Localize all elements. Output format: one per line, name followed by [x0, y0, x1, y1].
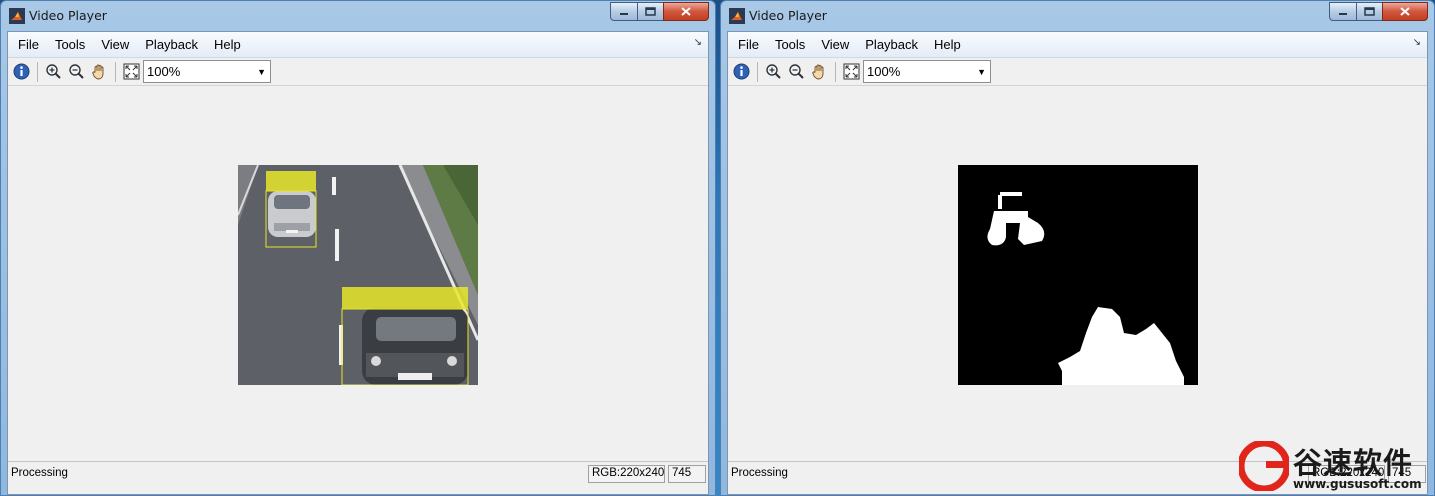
video-viewport[interactable] — [728, 87, 1427, 461]
zoom-out-button[interactable] — [785, 61, 807, 83]
matlab-icon — [729, 8, 745, 24]
maximize-icon — [1364, 7, 1375, 16]
close-button[interactable] — [1382, 2, 1428, 21]
fit-to-window-icon — [123, 63, 139, 80]
close-button[interactable] — [663, 2, 709, 21]
fit-to-window-icon — [843, 63, 859, 80]
title-bar[interactable]: Video Player — [721, 1, 1434, 31]
status-bar: Processing RGB:220x240 745 — [8, 461, 708, 494]
pan-button[interactable] — [88, 61, 110, 83]
zoom-level-select[interactable]: 100% ▼ — [143, 60, 271, 83]
close-icon — [681, 7, 691, 16]
minimize-button[interactable] — [1329, 2, 1356, 21]
zoom-out-icon — [788, 64, 804, 79]
matlab-icon — [9, 8, 25, 24]
pan-button[interactable] — [808, 61, 830, 83]
video-frame-foreground-mask — [958, 165, 1198, 385]
dropdown-arrow-icon: ▼ — [257, 66, 266, 77]
menu-playback[interactable]: Playback — [137, 32, 206, 58]
zoom-in-button[interactable] — [42, 61, 64, 83]
info-button[interactable] — [10, 61, 32, 83]
maximize-button[interactable] — [1356, 2, 1382, 21]
video-frame-tracking — [238, 165, 478, 385]
zoom-out-button[interactable] — [65, 61, 87, 83]
zoom-level-value: 100% — [867, 64, 901, 79]
menu-view[interactable]: View — [813, 32, 857, 58]
menu-playback[interactable]: Playback — [857, 32, 926, 58]
status-text: Processing — [731, 467, 788, 479]
status-text: Processing — [11, 467, 68, 479]
menu-overflow-icon[interactable]: ↘ — [694, 37, 702, 48]
menu-tools[interactable]: Tools — [767, 32, 813, 58]
video-player-window-left[interactable]: Video Player File Tools View Playback He… — [0, 0, 716, 496]
zoom-in-icon — [45, 64, 61, 79]
video-player-window-right[interactable]: Video Player File Tools View Playback He… — [720, 0, 1435, 496]
minimize-icon — [620, 12, 628, 15]
menu-overflow-icon[interactable]: ↘ — [1413, 37, 1421, 48]
menu-view[interactable]: View — [93, 32, 137, 58]
minimize-button[interactable] — [610, 2, 637, 21]
car-dark — [362, 307, 468, 385]
zoom-out-icon — [68, 64, 84, 79]
client-area: File Tools View Playback Help ↘ 100% ▼ P… — [727, 31, 1428, 495]
title-bar[interactable]: Video Player — [1, 1, 715, 31]
fit-to-window-button[interactable] — [120, 61, 142, 83]
info-icon — [13, 63, 29, 80]
menu-help[interactable]: Help — [926, 32, 969, 58]
maximize-button[interactable] — [637, 2, 663, 21]
close-icon — [1400, 7, 1410, 16]
toolbar: 100% ▼ — [8, 58, 708, 86]
dropdown-arrow-icon: ▼ — [977, 66, 986, 77]
zoom-in-button[interactable] — [762, 61, 784, 83]
client-area: File Tools View Playback Help ↘ 100% ▼ P… — [7, 31, 709, 495]
info-icon — [733, 63, 749, 80]
minimize-icon — [1339, 12, 1347, 15]
pan-hand-icon — [91, 64, 103, 80]
watermark-name: 谷速软件 — [1293, 446, 1414, 480]
watermark-url: www.gususoft.com — [1293, 477, 1422, 491]
info-button[interactable] — [730, 61, 752, 83]
toolbar: 100% ▼ — [728, 58, 1427, 86]
menu-help[interactable]: Help — [206, 32, 249, 58]
pan-hand-icon — [811, 64, 823, 80]
fit-to-window-button[interactable] — [840, 61, 862, 83]
gususoft-logo-icon — [1239, 441, 1289, 491]
caption-buttons — [1329, 2, 1428, 22]
menu-bar: File Tools View Playback Help ↘ — [8, 32, 708, 58]
menu-bar: File Tools View Playback Help ↘ — [728, 32, 1427, 58]
window-title: Video Player — [29, 8, 107, 23]
toolbar-separator — [757, 61, 758, 82]
menu-tools[interactable]: Tools — [47, 32, 93, 58]
zoom-in-icon — [765, 64, 781, 79]
zoom-level-value: 100% — [147, 64, 181, 79]
video-viewport[interactable] — [8, 87, 708, 461]
zoom-level-select[interactable]: 100% ▼ — [863, 60, 991, 83]
maximize-icon — [645, 7, 656, 16]
window-title: Video Player — [749, 8, 827, 23]
status-frame-number: 745 — [668, 465, 706, 483]
car-silver — [268, 191, 316, 237]
toolbar-separator — [835, 61, 836, 82]
menu-file[interactable]: File — [10, 32, 47, 58]
toolbar-separator — [37, 61, 38, 82]
menu-file[interactable]: File — [730, 32, 767, 58]
toolbar-separator — [115, 61, 116, 82]
status-rgb: RGB:220x240 — [588, 465, 665, 483]
caption-buttons — [610, 2, 709, 22]
watermark: 谷速软件 www.gususoft.com — [1235, 438, 1435, 496]
